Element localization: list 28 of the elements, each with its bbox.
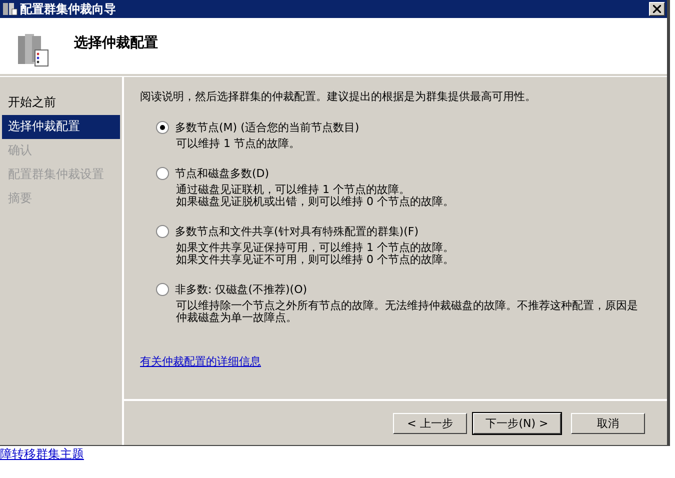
- option-label: 多数节点和文件共享(针对具有特殊配置的群集)(F): [175, 224, 418, 239]
- step-item[interactable]: 选择仲裁配置: [2, 115, 120, 139]
- wizard-button[interactable]: 取消: [571, 412, 645, 434]
- page-title: 选择仲裁配置: [74, 34, 158, 52]
- radio-button[interactable]: [156, 121, 169, 134]
- radio-button[interactable]: [156, 225, 169, 238]
- option-label: 节点和磁盘多数(D): [175, 166, 270, 181]
- radio-button[interactable]: [156, 167, 169, 180]
- topic-link[interactable]: 障转移群集主题: [0, 446, 675, 463]
- wizard-button[interactable]: 下一步(N) >: [473, 412, 561, 434]
- instructions-text: 阅读说明，然后选择群集的仲裁配置。建议提出的根据是为群集提供最高可用性。: [140, 89, 537, 104]
- option-description: 如果磁盘见证脱机或出错，则可以维持 0 个节点的故障。: [176, 196, 455, 208]
- option-label: 非多数: 仅磁盘(不推荐)(O): [175, 282, 308, 297]
- option-description: 可以维持除一个节点之外所有节点的故障。无法维持仲裁磁盘的故障。不推荐这种配置，原因是仲裁磁盘为单一故障点。: [176, 300, 639, 324]
- close-icon: [653, 5, 661, 13]
- option-label: 多数节点(M) (适合您的当前节点数目): [175, 120, 360, 135]
- servers-icon: [16, 32, 50, 68]
- wizard-button[interactable]: < 上一步: [393, 412, 467, 434]
- details-link[interactable]: 有关仲裁配置的详细信息: [140, 354, 261, 369]
- window-title: 配置群集仲裁向导: [20, 0, 117, 18]
- close-button[interactable]: [649, 2, 665, 16]
- option-description: 通过磁盘见证联机，可以维持 1 个节点的故障。: [176, 184, 411, 196]
- option-description: 可以维持 1 节点的故障。: [176, 138, 301, 150]
- option-description: 如果文件共享见证保持可用，可以维持 1 个节点的故障。: [176, 242, 455, 254]
- radio-button[interactable]: [156, 283, 169, 296]
- step-item[interactable]: 开始之前: [2, 91, 120, 115]
- servers-icon: [2, 2, 18, 16]
- option-description: 如果文件共享见证不可用，则可以维持 0 个节点的故障。: [176, 254, 455, 266]
